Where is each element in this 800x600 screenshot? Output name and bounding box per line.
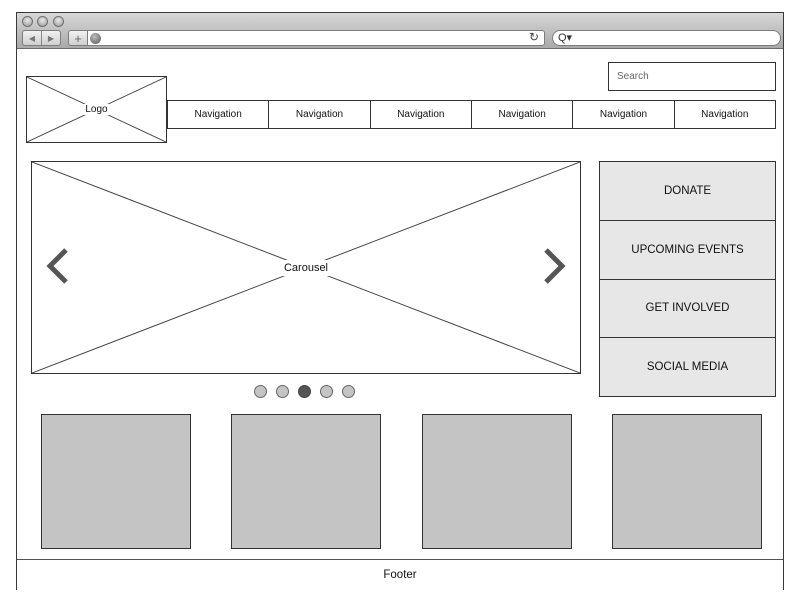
forward-button[interactable]: ▶ xyxy=(41,31,60,45)
back-button[interactable]: ◀ xyxy=(23,31,41,45)
new-tab-button[interactable]: + xyxy=(68,30,88,46)
content-tile-4[interactable] xyxy=(612,414,762,549)
carousel: Carousel xyxy=(31,161,581,374)
footer-label: Footer xyxy=(383,569,417,581)
back-arrow-icon: ◀ xyxy=(28,33,36,43)
nav-item-6[interactable]: Navigation xyxy=(673,101,775,128)
donate-button[interactable]: DONATE xyxy=(600,162,775,220)
reload-icon[interactable]: ↻ xyxy=(529,30,539,44)
logo-label: Logo xyxy=(81,104,112,115)
history-buttons: ◀ ▶ xyxy=(22,30,61,46)
nav-item-4[interactable]: Navigation xyxy=(470,101,572,128)
upcoming-events-button[interactable]: UPCOMING EVENTS xyxy=(600,219,775,279)
carousel-label: Carousel xyxy=(277,259,335,276)
social-media-button[interactable]: SOCIAL MEDIA xyxy=(600,337,775,396)
content-tile-1[interactable] xyxy=(41,414,191,549)
carousel-dot-3[interactable] xyxy=(298,385,311,398)
plus-icon: + xyxy=(74,30,82,46)
browser-toolbar: ◀ ▶ + ↻ Q▾ xyxy=(17,13,783,49)
address-bar[interactable]: ↻ xyxy=(88,30,545,46)
nav-item-5[interactable]: Navigation xyxy=(572,101,673,128)
main-navigation: Navigation Navigation Navigation Navigat… xyxy=(167,100,776,129)
chevron-left-icon xyxy=(46,248,68,284)
window-minimize-button[interactable] xyxy=(37,16,48,27)
sidebar-actions: DONATE UPCOMING EVENTS GET INVOLVED SOCI… xyxy=(599,161,776,397)
nav-item-1[interactable]: Navigation xyxy=(168,101,268,128)
content-tile-2[interactable] xyxy=(231,414,381,549)
carousel-next-button[interactable] xyxy=(538,246,568,286)
carousel-dot-1[interactable] xyxy=(254,385,267,398)
site-search-input[interactable] xyxy=(608,62,776,91)
nav-item-2[interactable]: Navigation xyxy=(268,101,369,128)
browser-window: ◀ ▶ + ↻ Q▾ Logo Navigation N xyxy=(16,12,784,590)
browser-search-field[interactable]: Q▾ xyxy=(552,30,781,46)
get-involved-button[interactable]: GET INVOLVED xyxy=(600,278,775,338)
nav-item-3[interactable]: Navigation xyxy=(369,101,471,128)
globe-icon xyxy=(90,33,101,44)
window-close-button[interactable] xyxy=(22,16,33,27)
content-tile-3[interactable] xyxy=(422,414,572,549)
chevron-right-icon xyxy=(544,248,566,284)
forward-arrow-icon: ▶ xyxy=(47,33,55,43)
carousel-dot-2[interactable] xyxy=(276,385,289,398)
window-zoom-button[interactable] xyxy=(53,16,64,27)
magnifier-icon: Q▾ xyxy=(558,32,573,44)
carousel-prev-button[interactable] xyxy=(44,246,74,286)
logo-placeholder[interactable]: Logo xyxy=(26,76,167,143)
footer: Footer xyxy=(17,559,783,590)
carousel-pagination xyxy=(254,385,355,398)
page-content: Logo Navigation Navigation Navigation Na… xyxy=(17,49,783,559)
carousel-dot-4[interactable] xyxy=(320,385,333,398)
carousel-dot-5[interactable] xyxy=(342,385,355,398)
